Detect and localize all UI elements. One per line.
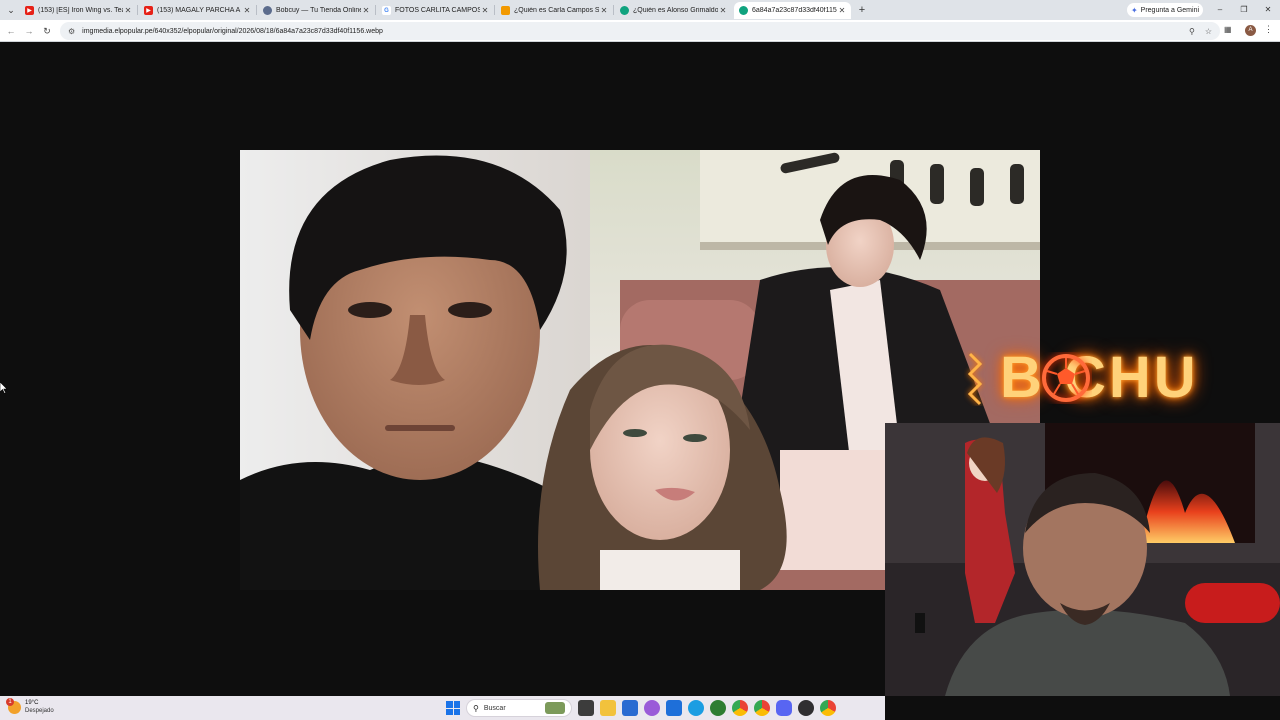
close-tab-icon[interactable]: ✕ — [361, 6, 371, 15]
tab-search-chevron-icon[interactable]: ⌄ — [4, 3, 18, 17]
globe-icon — [263, 6, 272, 15]
chatgpt-icon — [739, 6, 748, 15]
address-bar[interactable]: ⚙ imgmedia.elpopular.pe/640x352/elpopula… — [60, 22, 1220, 40]
chrome-icon[interactable] — [732, 700, 748, 716]
search-icon: ⚲ — [473, 703, 479, 713]
browser-toolbar: ← → ↻ ⚙ imgmedia.elpopular.pe/640x352/el… — [0, 20, 1280, 42]
chrome-icon[interactable] — [754, 700, 770, 716]
tab-title: Bobcuy — Tu Tienda Online de — [276, 7, 361, 14]
gemini-label: Pregunta a Gemini — [1140, 6, 1200, 14]
chatgpt-icon — [620, 6, 629, 15]
close-tab-icon[interactable]: ✕ — [123, 6, 133, 15]
new-tab-button[interactable]: + — [855, 3, 869, 17]
google-icon: G — [382, 6, 391, 15]
browser-window: ⌄ ▶ (153) [ES] Iron Wing vs. Team S ✕ ▶ … — [0, 0, 1280, 42]
site-info-icon[interactable]: ⚙ — [68, 27, 75, 36]
obs-icon[interactable] — [798, 700, 814, 716]
soccer-ball-icon — [1042, 354, 1090, 402]
tab-bobcuy[interactable]: Bobcuy — Tu Tienda Online de ✕ — [258, 2, 375, 19]
tab-title: 6a84a7a23c87d33df40f1156.we — [752, 7, 837, 14]
weather-alert-badge: 1 — [6, 697, 14, 706]
zigzag-icon — [967, 352, 983, 406]
chrome-icon[interactable] — [820, 700, 836, 716]
tab-youtube-iron-wing[interactable]: ▶ (153) [ES] Iron Wing vs. Team S ✕ — [20, 2, 137, 19]
tab-divider — [256, 5, 257, 15]
mouse-cursor-icon — [0, 382, 8, 394]
close-window-button[interactable]: ✕ — [1256, 3, 1280, 17]
close-tab-icon[interactable]: ✕ — [718, 6, 728, 15]
tab-divider — [613, 5, 614, 15]
ask-gemini-button[interactable]: ✦ Pregunta a Gemini — [1127, 3, 1203, 17]
tab-quien-es-alonso[interactable]: ¿Quién es Alonso Grimaldo, el ✕ — [615, 2, 732, 19]
tab-google-fotos[interactable]: G FOTOS CARLITA CAMPOS SALA ✕ — [377, 2, 494, 19]
zoom-icon[interactable]: ⚲ — [1189, 27, 1195, 36]
tab-strip: ⌄ ▶ (153) [ES] Iron Wing vs. Team S ✕ ▶ … — [0, 0, 1280, 20]
tab-title: ¿Quién es Carla Campos Salaza — [514, 7, 599, 14]
tab-image-webp[interactable]: 6a84a7a23c87d33df40f1156.we ✕ — [734, 2, 851, 19]
taskbar-search[interactable]: ⚲ Buscar — [466, 699, 572, 717]
tab-title: (153) MAGALY PARCHA A CURI — [157, 7, 242, 14]
tab-youtube-magaly[interactable]: ▶ (153) MAGALY PARCHA A CURI ✕ — [139, 2, 256, 19]
tab-divider — [137, 5, 138, 15]
windows-start-icon[interactable] — [446, 701, 460, 715]
restore-button[interactable]: ❐ — [1232, 3, 1256, 17]
tab-title: ¿Quién es Alonso Grimaldo, el — [633, 7, 718, 14]
tab-title: FOTOS CARLITA CAMPOS SALA — [395, 7, 480, 14]
weather-temp: 19°C — [25, 700, 39, 706]
search-label: Buscar — [483, 704, 506, 712]
minimize-button[interactable]: – — [1208, 3, 1232, 17]
forward-button[interactable]: → — [22, 24, 36, 38]
weather-widget[interactable]: 1 19°C Despejado — [6, 697, 54, 715]
bookmark-star-icon[interactable]: ☆ — [1205, 27, 1212, 36]
menu-kebab-icon[interactable]: ⋮ — [1264, 24, 1273, 35]
youtube-icon: ▶ — [25, 6, 34, 15]
extensions-icon[interactable]: ▦ — [1224, 25, 1232, 34]
file-explorer-icon[interactable] — [600, 700, 616, 716]
task-view-icon[interactable] — [578, 700, 594, 716]
close-tab-icon[interactable]: ✕ — [242, 6, 252, 15]
tab-title: (153) [ES] Iron Wing vs. Team S — [38, 7, 123, 14]
bookmark-icon — [501, 6, 510, 15]
profile-avatar[interactable]: A — [1245, 25, 1256, 36]
search-highlight-image — [545, 702, 565, 714]
back-button[interactable]: ← — [4, 24, 18, 38]
page-viewport: B CHU — [0, 42, 1280, 696]
mail-icon[interactable] — [666, 700, 682, 716]
brand-text: B CHU — [1000, 345, 1199, 410]
stream-brand-logo: B CHU — [960, 344, 1230, 412]
weather-desc: Despejado — [25, 708, 54, 714]
store-icon[interactable] — [622, 700, 638, 716]
windows-taskbar: 1 19°C Despejado ⚲ Buscar — [0, 696, 885, 720]
reload-button[interactable]: ↻ — [40, 24, 54, 38]
gemini-sparkle-icon: ✦ — [1130, 5, 1138, 15]
edge-icon[interactable] — [688, 700, 704, 716]
weather-sun-icon: 1 — [6, 697, 21, 714]
xbox-icon[interactable] — [710, 700, 726, 716]
close-tab-icon[interactable]: ✕ — [837, 6, 847, 15]
copilot-icon[interactable] — [644, 700, 660, 716]
tab-divider — [494, 5, 495, 15]
tab-divider — [375, 5, 376, 15]
webcam-overlay — [885, 423, 1280, 696]
close-tab-icon[interactable]: ✕ — [599, 6, 609, 15]
url-text[interactable]: imgmedia.elpopular.pe/640x352/elpopular/… — [82, 28, 1179, 35]
tab-quien-es-carla[interactable]: ¿Quién es Carla Campos Salaza ✕ — [496, 2, 613, 19]
youtube-icon: ▶ — [144, 6, 153, 15]
discord-icon[interactable] — [776, 700, 792, 716]
webcam-feed — [885, 423, 1280, 696]
close-tab-icon[interactable]: ✕ — [480, 6, 490, 15]
